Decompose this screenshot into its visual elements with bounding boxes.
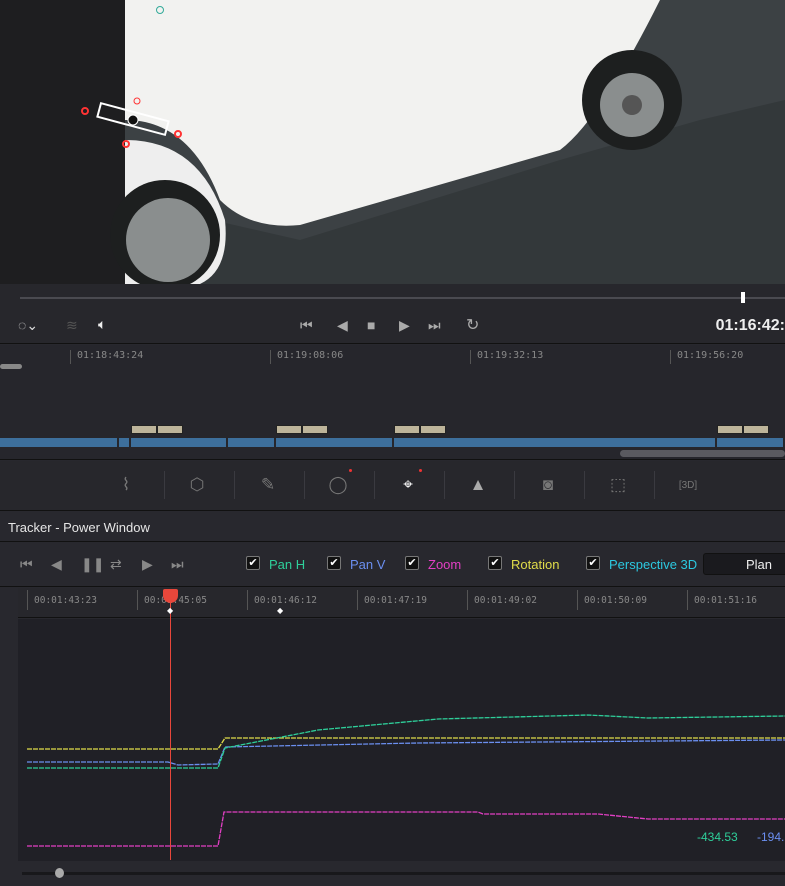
- pan-h-readout: -434.53: [697, 830, 738, 844]
- clip[interactable]: [276, 438, 394, 447]
- active-dot: [419, 469, 422, 472]
- reverse-play-icon[interactable]: ◀: [337, 317, 348, 334]
- checkbox-label: Zoom: [428, 557, 462, 572]
- divider: [444, 471, 445, 499]
- keyframe-marker[interactable]: ◆: [167, 606, 173, 615]
- video-frame: [81, 0, 785, 284]
- scrubber-handle[interactable]: [741, 292, 745, 303]
- clip-thumb: [157, 425, 183, 434]
- zoom-curve: [27, 811, 785, 847]
- divider: [514, 471, 515, 499]
- ruler-mark: 00:01:43:23: [27, 590, 97, 610]
- clip-thumb: [131, 425, 157, 434]
- power-window-icon[interactable]: ◯: [323, 472, 353, 498]
- key-icon[interactable]: ◙: [533, 472, 563, 498]
- timeline-scrollbar[interactable]: [620, 450, 785, 457]
- 3d-icon[interactable]: [3D]: [673, 472, 703, 498]
- clip-thumb: [743, 425, 769, 434]
- curves-icon[interactable]: ⌇: [111, 472, 141, 498]
- clip[interactable]: [228, 438, 276, 447]
- checkbox-label: Pan H: [269, 557, 306, 572]
- tracker-graph[interactable]: [18, 619, 785, 861]
- checkbox-label: Rotation: [511, 557, 560, 572]
- clip[interactable]: [717, 438, 785, 447]
- checkbox-zoom[interactable]: ✔: [405, 556, 419, 570]
- layers-icon[interactable]: ≋: [66, 317, 78, 334]
- timeline-mark: 01:18:43:24: [70, 350, 143, 364]
- divider: [584, 471, 585, 499]
- loop-icon[interactable]: ↻: [466, 315, 479, 335]
- warper-icon[interactable]: ⬡: [182, 472, 212, 498]
- ruler-mark: 00:01:50:09: [577, 590, 647, 610]
- checkbox-pan-h[interactable]: ✔: [246, 556, 260, 570]
- last-frame-icon[interactable]: ⏭: [428, 317, 441, 334]
- ruler-mark: 00:01:51:16: [687, 590, 757, 610]
- pause-icon[interactable]: ❚❚: [81, 556, 104, 573]
- track-first-icon[interactable]: ⏮: [20, 556, 33, 573]
- clip-thumb: [420, 425, 446, 434]
- divider: [164, 471, 165, 499]
- pan-v-curve: [27, 739, 785, 766]
- viewer-transport: [0, 284, 785, 344]
- divider: [234, 471, 235, 499]
- first-frame-icon[interactable]: ⏮: [300, 317, 313, 334]
- checkbox-label: Perspective 3D: [609, 557, 698, 572]
- checkbox-perspective-3d[interactable]: ✔: [586, 556, 600, 570]
- active-dot: [349, 469, 352, 472]
- zoom-slider[interactable]: [0, 364, 22, 369]
- clip-thumb: [717, 425, 743, 434]
- clip[interactable]: [119, 438, 131, 447]
- track-last-icon[interactable]: ⏭: [171, 556, 184, 573]
- playhead-line: [170, 603, 171, 860]
- timeline-mark: 01:19:56:20: [670, 350, 743, 364]
- sizing-icon[interactable]: ⬚: [603, 472, 633, 498]
- clip-thumb: [302, 425, 328, 434]
- mode-dropdown[interactable]: Plan: [703, 553, 785, 575]
- viewer-scrubber[interactable]: [20, 297, 785, 299]
- graph-zoom-track[interactable]: [22, 872, 785, 875]
- clip[interactable]: [394, 438, 717, 447]
- divider: [304, 471, 305, 499]
- qualifier-eyedropper-icon[interactable]: ✎: [253, 472, 283, 498]
- blur-icon[interactable]: ▲: [463, 472, 493, 498]
- checkbox-rotation[interactable]: ✔: [488, 556, 502, 570]
- divider: [374, 471, 375, 499]
- keyframe-marker[interactable]: ◆: [277, 606, 283, 615]
- clip[interactable]: [131, 438, 228, 447]
- timecode-display: 01:16:42:: [715, 317, 785, 334]
- graph-zoom-handle[interactable]: [55, 868, 64, 878]
- checkbox-pan-v[interactable]: ✔: [327, 556, 341, 570]
- clip[interactable]: [0, 438, 119, 447]
- tracker-icon[interactable]: ⌖: [393, 472, 423, 498]
- timeline-mark: 01:19:08:06: [270, 350, 343, 364]
- pan-v-readout: -194.: [757, 830, 785, 844]
- clip-thumb: [276, 425, 302, 434]
- clip-thumb: [394, 425, 420, 434]
- window-mode-icon[interactable]: ◌⌄: [18, 317, 38, 334]
- track-forward-icon[interactable]: ▶: [142, 556, 153, 573]
- track-both-icon[interactable]: ⇄: [110, 556, 122, 573]
- checkbox-label: Pan V: [350, 557, 386, 572]
- timeline-mark: 01:19:32:13: [470, 350, 543, 364]
- track-reverse-icon[interactable]: ◀: [51, 556, 62, 573]
- stop-icon[interactable]: ■: [367, 317, 375, 333]
- play-icon[interactable]: ▶: [399, 317, 410, 334]
- divider: [654, 471, 655, 499]
- ruler-mark: 00:01:49:02: [467, 590, 537, 610]
- panel-title: Tracker - Power Window: [0, 512, 785, 542]
- speaker-icon[interactable]: 🔈︎: [98, 316, 106, 333]
- ruler-mark: 00:01:47:19: [357, 590, 427, 610]
- video-viewer[interactable]: [0, 0, 785, 284]
